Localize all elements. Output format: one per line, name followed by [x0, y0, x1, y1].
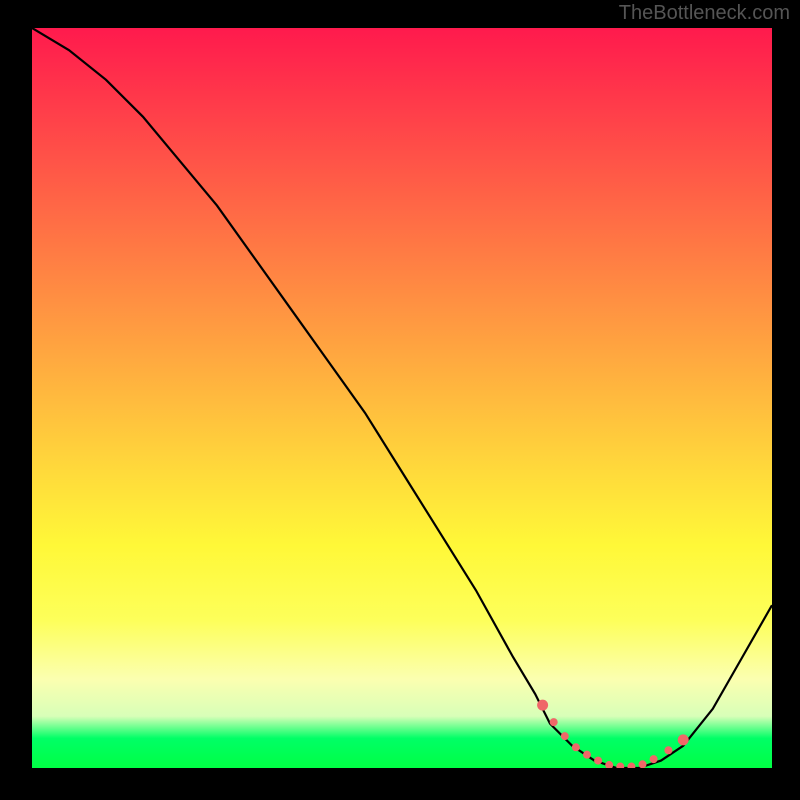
optimal-dot — [537, 700, 548, 711]
optimal-dot — [572, 743, 580, 751]
optimal-dot — [550, 718, 558, 726]
watermark-text: TheBottleneck.com — [619, 2, 790, 25]
optimal-dot — [605, 761, 613, 768]
chart-plot-area — [32, 28, 772, 768]
optimal-dot — [678, 734, 689, 745]
chart-svg — [32, 28, 772, 768]
optimal-dot — [616, 763, 624, 768]
optimal-dot — [650, 755, 658, 763]
optimal-dot — [664, 746, 672, 754]
optimal-dot — [627, 763, 635, 768]
bottleneck-curve-line — [32, 28, 772, 768]
optimal-dot — [639, 760, 647, 768]
optimal-dot — [561, 732, 569, 740]
optimal-dot — [583, 751, 591, 759]
optimal-dot — [594, 757, 602, 765]
